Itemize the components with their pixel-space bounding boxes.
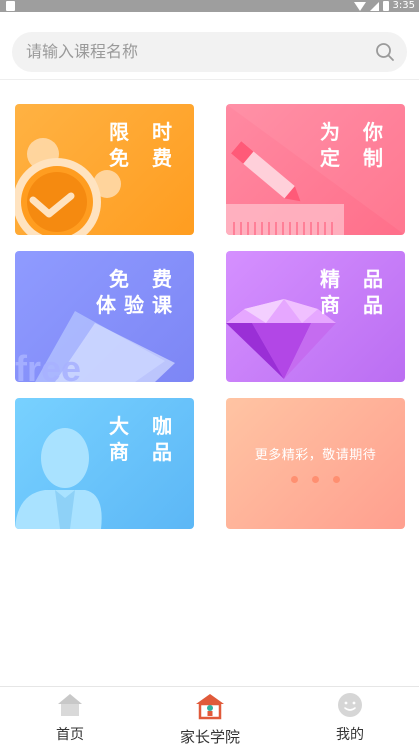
nav-mine[interactable]: 我的 <box>280 687 419 746</box>
dot <box>312 476 319 483</box>
card-title: 精 品 商 品 <box>320 267 391 317</box>
card-more-coming: 更多精彩，敬请期待 <box>226 398 405 529</box>
notification-icon <box>6 1 15 11</box>
search-input[interactable]: 请输入课程名称 <box>12 32 407 72</box>
dot <box>333 476 340 483</box>
dot <box>291 476 298 483</box>
status-bar: 3:35 <box>0 0 419 12</box>
card-title: 大 咖 商 品 <box>109 414 180 464</box>
signal-icon <box>369 1 379 11</box>
card-limited-free[interactable]: 限 时 免 费 <box>15 104 194 235</box>
card-title: 限 时 免 费 <box>109 120 180 170</box>
nav-label: 首页 <box>56 727 84 743</box>
loading-dots <box>226 476 405 483</box>
wifi-icon <box>353 1 366 11</box>
status-icons: 3:35 <box>353 0 415 12</box>
coming-soon-text: 更多精彩，敬请期待 <box>254 448 377 463</box>
nav-label: 家长学院 <box>179 728 240 746</box>
battery-icon <box>382 1 389 11</box>
nav-label: 我的 <box>336 727 364 743</box>
search-placeholder: 请输入课程名称 <box>26 42 139 61</box>
card-title: 为 你 定 制 <box>320 120 391 170</box>
card-title: 免 费 体验课 <box>96 267 180 317</box>
smile-icon <box>338 693 362 717</box>
home-icon <box>58 694 82 716</box>
nav-home[interactable]: 首页 <box>0 687 140 746</box>
search-icon[interactable] <box>375 42 395 62</box>
card-expert-goods[interactable]: 大 咖 商 品 <box>15 398 194 529</box>
card-premium-goods[interactable]: 精 品 商 品 <box>226 251 405 382</box>
free-watermark: free <box>15 348 81 382</box>
status-time: 3:35 <box>392 0 415 11</box>
card-customized[interactable]: 为 你 定 制 <box>226 104 405 235</box>
nav-parent-school[interactable]: 家长学院 <box>140 687 280 746</box>
school-icon <box>196 694 224 720</box>
card-free-trial[interactable]: free 免 费 体验课 <box>15 251 194 382</box>
search-header: 请输入课程名称 <box>0 12 419 80</box>
bottom-nav: 首页 家长学院 我的 <box>0 686 419 746</box>
